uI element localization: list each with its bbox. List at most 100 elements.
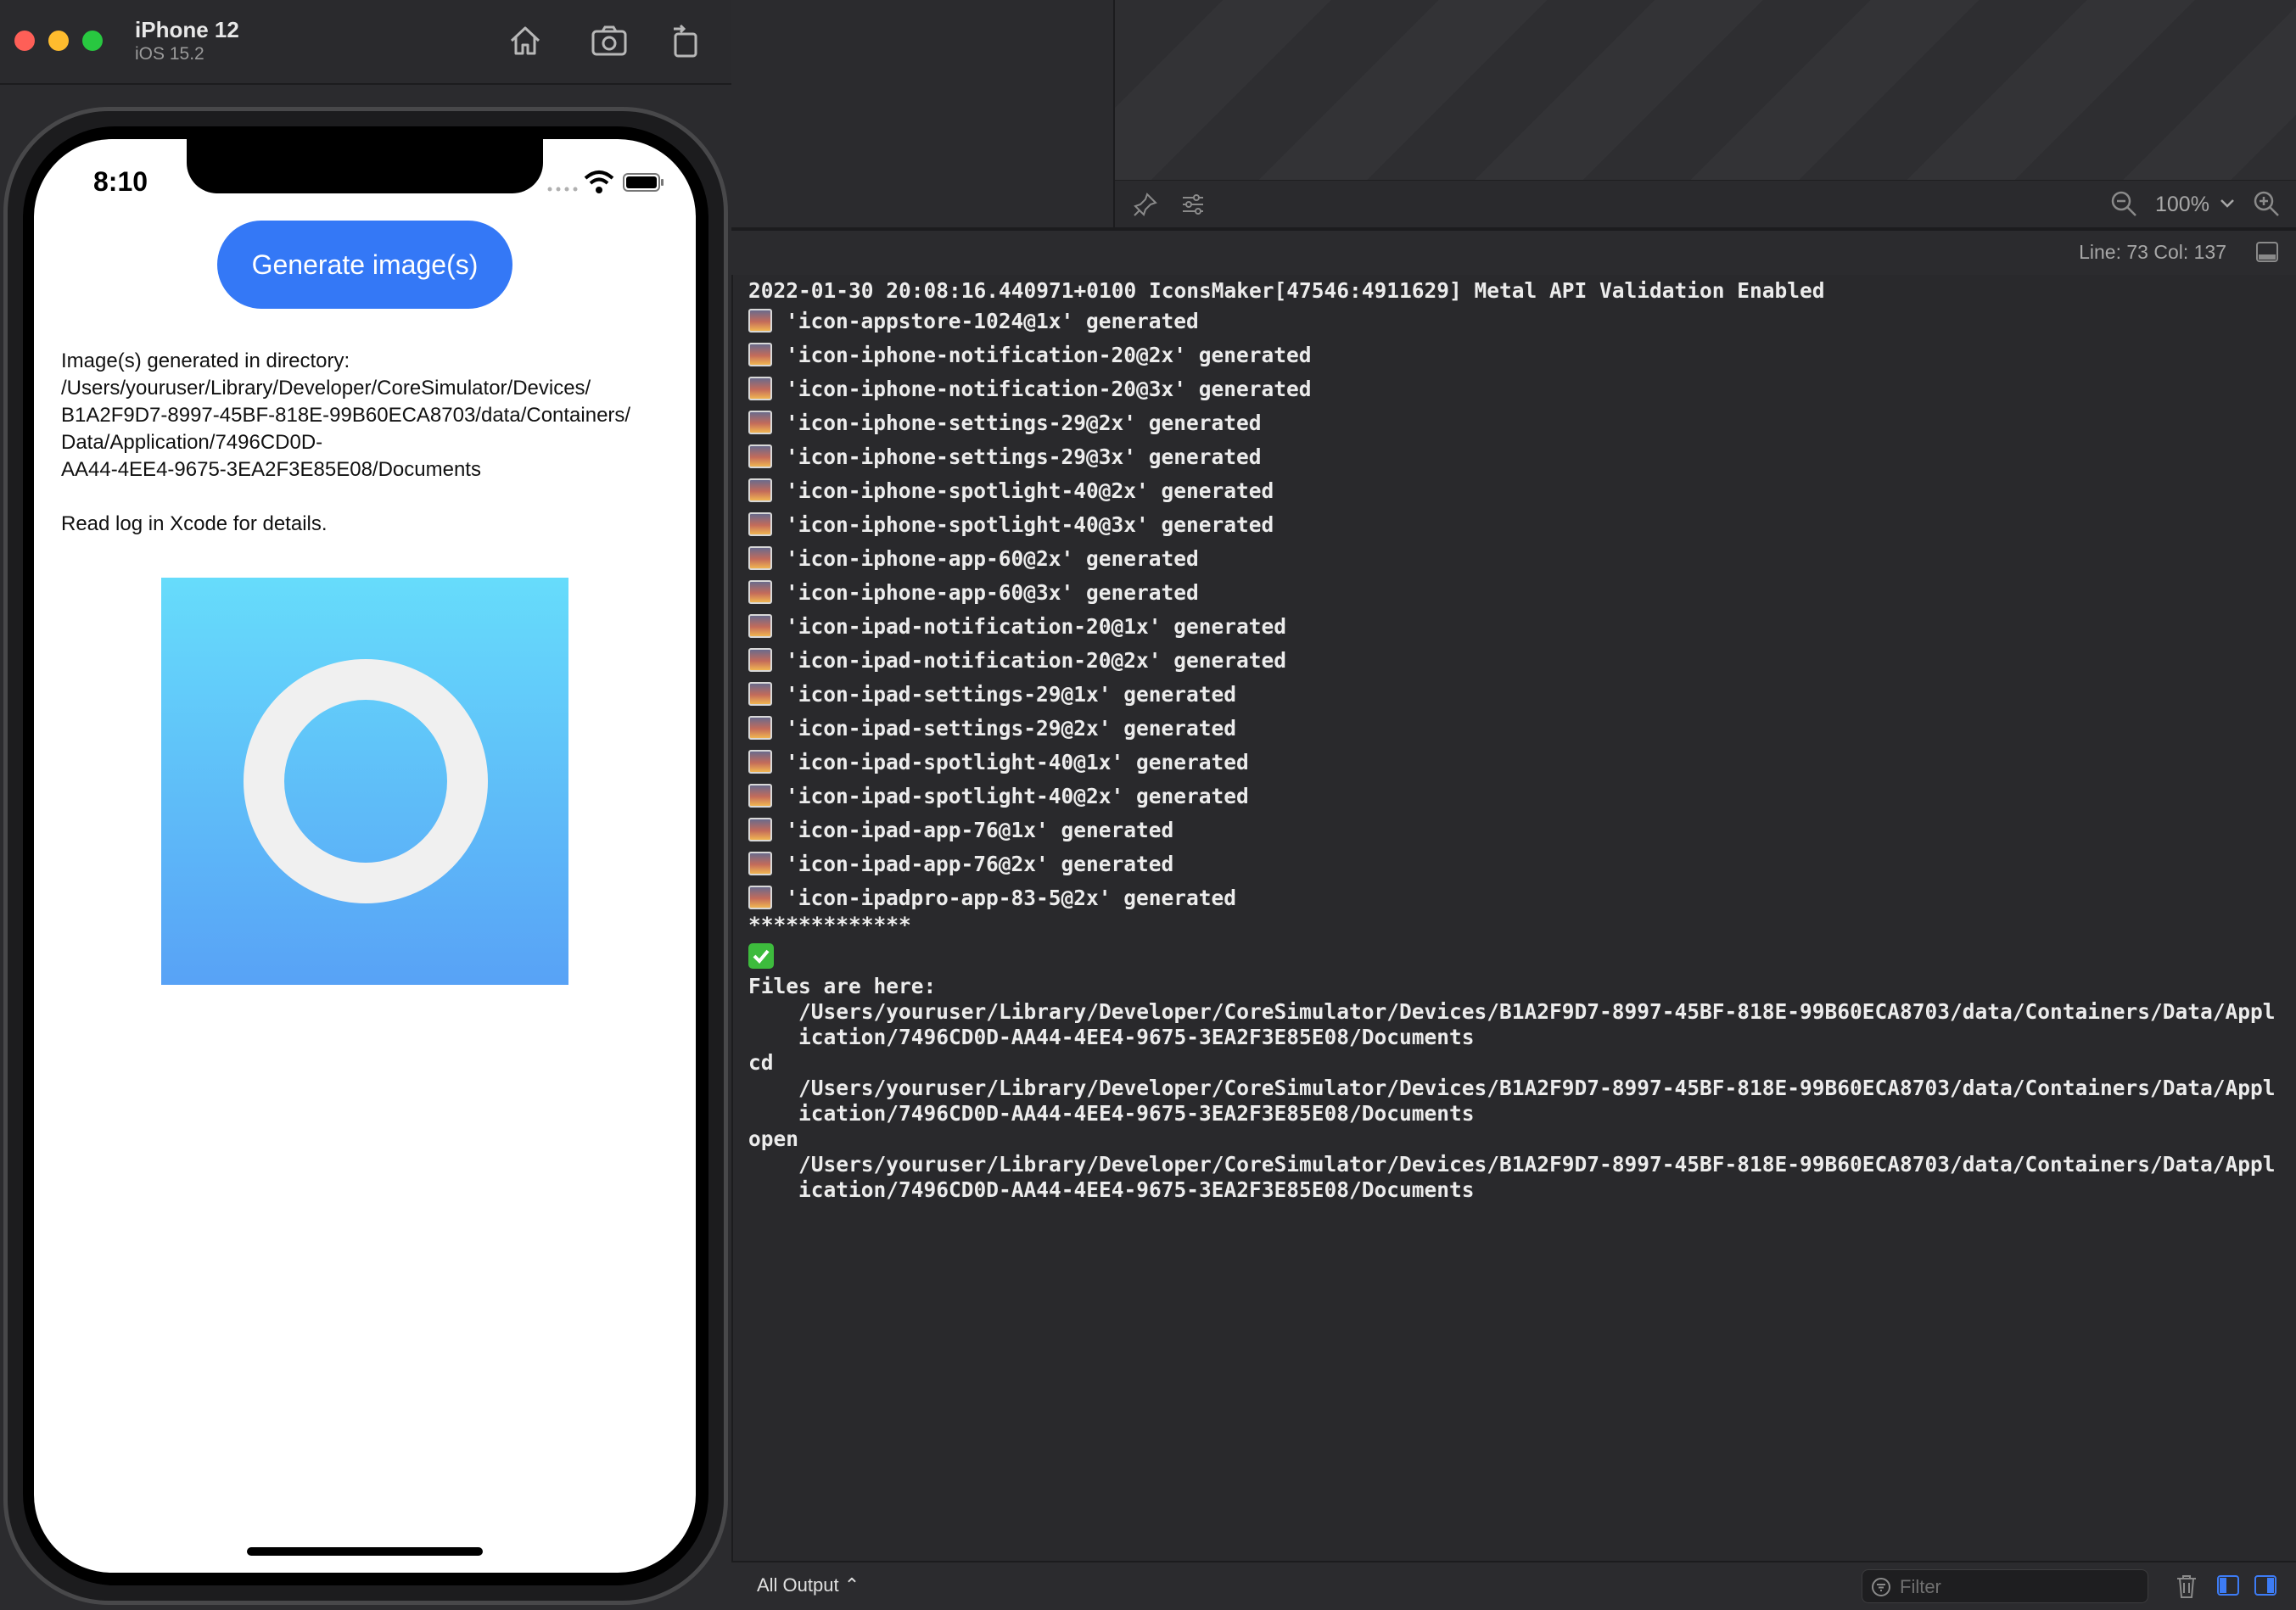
pin-icon[interactable] [1132,191,1159,218]
adjust-settings-icon[interactable] [1179,191,1207,218]
image-icon [748,444,772,468]
close-window-button[interactable] [14,31,35,51]
trash-icon[interactable] [2174,1573,2199,1600]
image-icon [748,377,772,400]
zoom-out-icon[interactable] [2109,189,2138,218]
log-text: 'icon-appstore-1024@1x' generated [786,309,1199,333]
log-text: 'icon-ipadpro-app-83-5@2x' generated [786,886,1237,910]
log-generated-line: 'icon-appstore-1024@1x' generated [748,309,1199,333]
log-text: 'icon-iphone-notification-20@3x' generat… [786,377,1312,401]
log-text: 'icon-ipad-app-76@2x' generated [786,852,1174,876]
log-text: 'icon-iphone-app-60@2x' generated [786,546,1199,571]
log-text: 'icon-ipad-notification-20@2x' generated [786,648,1287,673]
log-generated-line: 'icon-iphone-spotlight-40@2x' generated [748,478,1274,503]
image-icon [748,343,772,366]
iphone-screen: 8:10 Generate image(s) Image(s) generate… [34,139,696,1573]
log-generated-line: 'icon-ipad-spotlight-40@1x' generated [748,750,1249,774]
log-open-label: open [748,1126,799,1151]
rotate-icon[interactable] [665,20,706,61]
image-icon [748,750,772,774]
simulator-titlebar: iPhone 12 iOS 15.2 [0,0,747,85]
image-icon [748,478,772,502]
log-generated-line: 'icon-iphone-settings-29@3x' generated [748,444,1262,469]
log-text: 'icon-iphone-notification-20@2x' generat… [786,343,1312,367]
console-output[interactable]: 2022-01-30 20:08:16.440971+0100 IconsMak… [731,275,2296,1561]
log-generated-line: 'icon-iphone-spotlight-40@3x' generated [748,512,1274,537]
image-icon [748,648,772,672]
image-icon [748,682,772,706]
log-path-line: ication/7496CD0D-AA44-4EE4-9675-3EA2F3E8… [748,1025,1475,1049]
log-text: 'icon-ipad-notification-20@1x' generated [786,614,1287,639]
image-icon [748,309,772,333]
log-generated-line: 'icon-ipad-settings-29@1x' generated [748,682,1236,707]
console-bottom-bar: All Output ⌃ [731,1561,2296,1610]
debug-bar: Line: 73 Col: 137 [731,231,2296,275]
device-name: iPhone 12 [135,17,239,42]
log-header-line: 2022-01-30 20:08:16.440971+0100 IconsMak… [748,278,1825,303]
generated-icon-preview [161,578,568,985]
notch [187,139,543,193]
log-generated-line: 'icon-ipad-app-76@2x' generated [748,852,1173,876]
screenshot-icon[interactable] [589,20,630,61]
log-path-line: /Users/youruser/Library/Developer/CoreSi… [748,1152,2276,1177]
image-icon [748,546,772,570]
log-generated-line: 'icon-iphone-notification-20@2x' generat… [748,343,1312,367]
log-text: 'icon-iphone-settings-29@2x' generated [786,411,1262,435]
log-path-line: ication/7496CD0D-AA44-4EE4-9675-3EA2F3E8… [748,1177,1475,1202]
home-icon[interactable] [505,20,546,61]
generate-images-button[interactable]: Generate image(s) [217,221,512,309]
log-text: 'icon-iphone-spotlight-40@2x' generated [786,478,1274,503]
home-indicator[interactable] [247,1547,483,1556]
log-path-line: ication/7496CD0D-AA44-4EE4-9675-3EA2F3E8… [748,1101,1475,1126]
image-icon [748,580,772,604]
zoom-in-icon[interactable] [2252,189,2281,218]
log-text: 'icon-ipad-settings-29@2x' generated [786,716,1237,741]
output-filter-select[interactable]: All Output ⌃ [757,1574,860,1596]
show-variables-view-icon[interactable] [2216,1574,2240,1596]
battery-icon [623,173,664,192]
log-text: 'icon-iphone-spotlight-40@3x' generated [786,512,1274,537]
log-generated-line: 'icon-ipad-notification-20@2x' generated [748,648,1286,673]
log-cd-label: cd [748,1050,774,1075]
log-text: 'icon-ipad-settings-29@1x' generated [786,682,1237,707]
show-console-view-icon[interactable] [2254,1574,2277,1596]
image-icon [748,886,772,909]
log-generated-line: 'icon-iphone-app-60@2x' generated [748,546,1199,571]
filter-input[interactable] [1898,1574,2139,1601]
image-icon [748,716,772,740]
log-generated-line: 'icon-iphone-app-60@3x' generated [748,580,1199,605]
filter-icon [1872,1578,1890,1596]
line-col-indicator: Line: 73 Col: 137 [2079,241,2226,263]
status-time: 8:10 [93,166,148,197]
log-text: 'icon-ipad-spotlight-40@1x' generated [786,750,1249,774]
log-generated-line: 'icon-ipad-notification-20@1x' generated [748,614,1286,639]
image-icon [748,818,772,841]
log-generated-line: 'icon-ipad-app-76@1x' generated [748,818,1173,842]
log-separator: ************* [748,913,911,937]
toggle-panel-icon[interactable] [2255,241,2279,263]
log-generated-line: 'icon-iphone-settings-29@2x' generated [748,411,1262,435]
log-text: 'icon-iphone-settings-29@3x' generated [786,444,1262,469]
log-generated-line: 'icon-ipadpro-app-83-5@2x' generated [748,886,1236,910]
editor-area [731,0,1115,227]
zoom-level[interactable]: 100% [2155,193,2209,217]
image-icon [748,784,772,808]
log-generated-line: 'icon-ipad-settings-29@2x' generated [748,716,1236,741]
preview-canvas [1115,0,2296,180]
log-files-label: Files are here: [748,974,937,998]
log-path-line: /Users/youruser/Library/Developer/CoreSi… [748,1076,2276,1100]
log-path-line: /Users/youruser/Library/Developer/CoreSi… [748,999,2276,1024]
image-icon [748,852,772,875]
check-mark-icon [748,943,774,969]
filter-field[interactable] [1862,1569,2148,1603]
image-icon [748,614,772,638]
minimize-window-button[interactable] [48,31,69,51]
log-text: 'icon-iphone-app-60@3x' generated [786,580,1199,605]
ring-shape [244,659,488,903]
chevron-down-icon[interactable] [2220,198,2235,210]
os-version: iOS 15.2 [135,44,204,64]
log-text: 'icon-ipad-spotlight-40@2x' generated [786,784,1249,808]
canvas-toolbar: 100% [1115,180,2296,230]
cellular-signal-icon [547,187,578,192]
zoom-window-button[interactable] [82,31,103,51]
